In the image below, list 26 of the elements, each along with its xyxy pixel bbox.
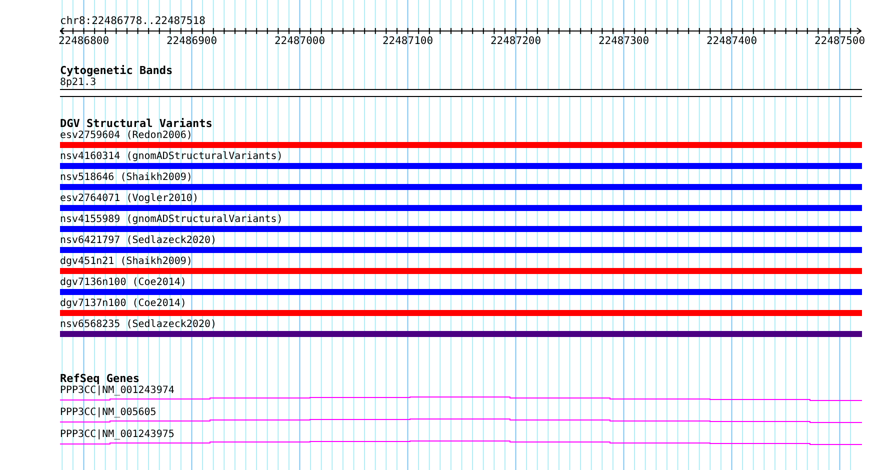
- ruler-tick-label: 22487100: [382, 35, 434, 47]
- band-label: 8p21.3: [60, 77, 96, 88]
- variant-label: nsv6568235 (Sedlazeck2020): [60, 319, 217, 330]
- variant-label: nsv6421797 (Sedlazeck2020): [60, 235, 217, 246]
- variant-label: esv2759604 (Redon2006): [60, 130, 192, 141]
- variant-label: dgv451n21 (Shaikh2009): [60, 256, 192, 267]
- variant-label: nsv4160314 (gnomADStructuralVariants): [60, 151, 283, 162]
- track-title: Cytogenetic Bands: [60, 65, 173, 77]
- ruler-tick-label: 22487000: [274, 35, 326, 47]
- variant-label: nsv4155989 (gnomADStructuralVariants): [60, 214, 283, 225]
- track-title: RefSeq Genes: [60, 373, 140, 385]
- location-label: chr8:22486778..22487518: [60, 15, 206, 27]
- ruler-tick-label: 22486800: [58, 35, 110, 47]
- gene-label: PPP3CC|NM_005605: [60, 407, 156, 418]
- variant-label: dgv7136n100 (Coe2014): [60, 277, 186, 288]
- track-title: DGV Structural Variants: [60, 118, 212, 130]
- variant-label: nsv518646 (Shaikh2009): [60, 172, 192, 183]
- variant-label: esv2764071 (Vogler2010): [60, 193, 198, 204]
- ruler-tick-label: 22487300: [598, 35, 650, 47]
- ruler-tick-label: 22487500: [814, 35, 866, 47]
- ruler-tick-label: 22487400: [706, 35, 758, 47]
- gene-label: PPP3CC|NM_001243975: [60, 429, 174, 440]
- ruler-tick-label: 22486900: [166, 35, 218, 47]
- variant-label: dgv7137n100 (Coe2014): [60, 298, 186, 309]
- ruler-tick-label: 22487200: [490, 35, 542, 47]
- gene-label: PPP3CC|NM_001243974: [60, 385, 174, 396]
